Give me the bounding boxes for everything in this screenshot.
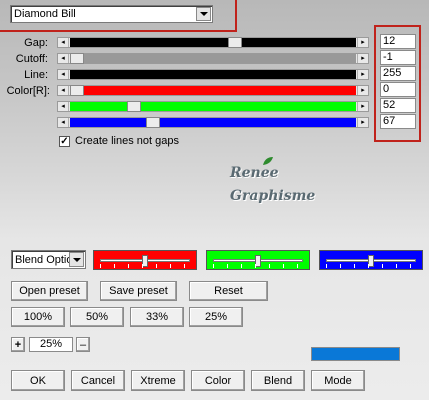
blue-value[interactable]: 67 (380, 114, 416, 129)
cutoff-value[interactable]: -1 (380, 50, 416, 65)
red-value[interactable]: 0 (380, 82, 416, 97)
line-slider[interactable]: ◂ ▸ (57, 69, 369, 80)
slider-track[interactable] (70, 117, 356, 128)
gap-value[interactable]: 12 (380, 34, 416, 49)
zoom-100-button[interactable]: 100% (11, 307, 65, 327)
reset-button[interactable]: Reset (189, 281, 268, 301)
slider-track[interactable] (70, 85, 356, 96)
green-channel-bar[interactable] (206, 250, 310, 270)
cutoff-slider[interactable]: ◂ ▸ (57, 53, 369, 64)
red-channel-slider[interactable] (100, 255, 190, 267)
line-label: Line: (24, 69, 48, 81)
scroll-right-icon[interactable]: ▸ (357, 118, 368, 127)
slider-thumb[interactable] (70, 53, 84, 64)
scroll-left-icon[interactable]: ◂ (58, 54, 69, 63)
slider-track[interactable] (70, 53, 356, 64)
create-lines-label[interactable]: Create lines not gaps (75, 135, 179, 147)
zoom-25-button[interactable]: 25% (189, 307, 243, 327)
scroll-right-icon[interactable]: ▸ (357, 70, 368, 79)
gap-label: Gap: (24, 37, 48, 49)
slider-track[interactable] (70, 101, 356, 112)
create-lines-checkbox[interactable]: ✓ (59, 136, 70, 147)
watermark-line1: Renee (230, 165, 279, 181)
watermark-line2: Graphisme (230, 188, 316, 204)
mode-button[interactable]: Mode (311, 370, 365, 391)
ok-button[interactable]: OK (11, 370, 65, 391)
tick-marks (100, 264, 190, 268)
cancel-button[interactable]: Cancel (71, 370, 125, 391)
preview-color-swatch (311, 347, 400, 361)
red-channel-bar[interactable] (93, 250, 197, 270)
scroll-left-icon[interactable]: ◂ (58, 38, 69, 47)
scroll-right-icon[interactable]: ▸ (357, 86, 368, 95)
line-value[interactable]: 255 (380, 66, 416, 81)
zoom-level-field[interactable]: 25% (29, 337, 73, 352)
slider-track[interactable] (70, 70, 356, 79)
color-r-label: Color[R]: (6, 85, 50, 97)
open-preset-button[interactable]: Open preset (11, 281, 88, 301)
scroll-left-icon[interactable]: ◂ (58, 70, 69, 79)
scroll-left-icon[interactable]: ◂ (58, 86, 69, 95)
preset-dropdown[interactable]: Diamond Bill (10, 5, 213, 23)
scroll-right-icon[interactable]: ▸ (357, 38, 368, 47)
blend-button[interactable]: Blend (251, 370, 305, 391)
slider-thumb[interactable] (146, 117, 160, 128)
gap-slider[interactable]: ◂ ▸ (57, 37, 369, 48)
scroll-left-icon[interactable]: ◂ (58, 118, 69, 127)
blend-options-value: Blend Optio (15, 253, 73, 266)
save-preset-button[interactable]: Save preset (100, 281, 177, 301)
slider-thumb[interactable] (70, 85, 84, 96)
green-channel-slider[interactable] (213, 255, 303, 267)
blue-channel-slider[interactable] (326, 255, 416, 267)
xtreme-button[interactable]: Xtreme (131, 370, 185, 391)
tick-marks (326, 264, 416, 268)
chevron-down-icon[interactable] (196, 7, 211, 21)
zoom-out-button[interactable]: – (76, 337, 90, 352)
preset-dropdown-value: Diamond Bill (14, 8, 76, 20)
green-value[interactable]: 52 (380, 98, 416, 113)
zoom-in-button[interactable]: + (11, 337, 25, 352)
blend-options-dropdown[interactable]: Blend Optio (11, 250, 86, 269)
scroll-left-icon[interactable]: ◂ (58, 102, 69, 111)
scroll-right-icon[interactable]: ▸ (357, 102, 368, 111)
cutoff-label: Cutoff: (15, 53, 48, 65)
blue-slider[interactable]: ◂ ▸ (57, 117, 369, 128)
blue-channel-bar[interactable] (319, 250, 423, 270)
red-slider[interactable]: ◂ ▸ (57, 85, 369, 96)
color-button[interactable]: Color (191, 370, 245, 391)
scroll-right-icon[interactable]: ▸ (357, 54, 368, 63)
chevron-down-icon[interactable] (69, 252, 84, 267)
zoom-33-button[interactable]: 33% (130, 307, 184, 327)
slider-track[interactable] (70, 37, 356, 48)
green-slider[interactable]: ◂ ▸ (57, 101, 369, 112)
slider-thumb[interactable] (127, 101, 141, 112)
slider-thumb[interactable] (228, 37, 242, 48)
tick-marks (213, 264, 303, 268)
zoom-50-button[interactable]: 50% (70, 307, 124, 327)
